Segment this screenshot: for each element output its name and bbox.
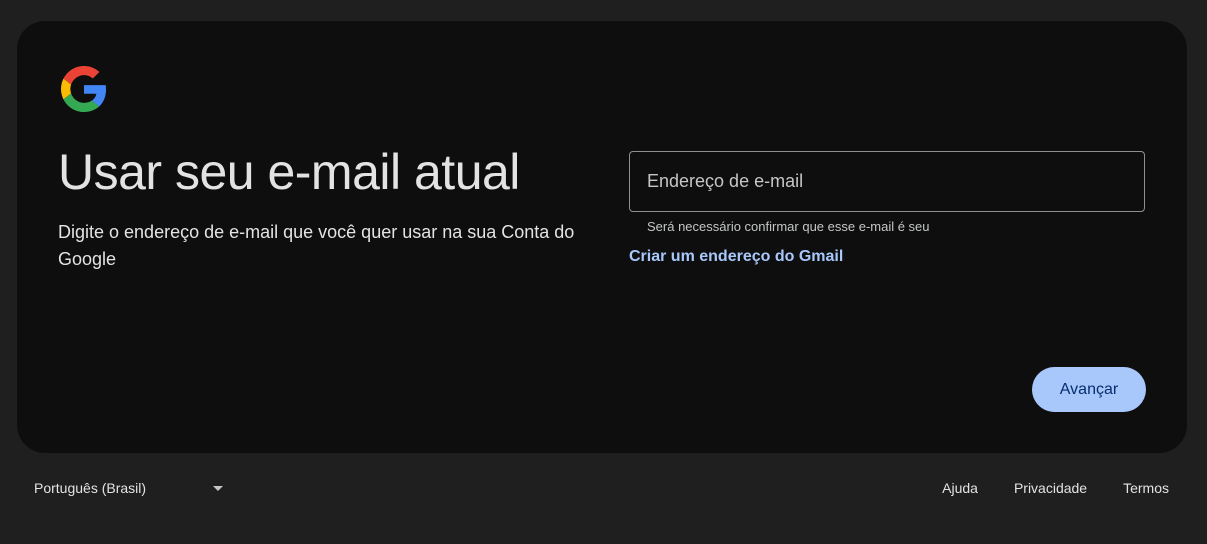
language-label: Português (Brasil) (34, 480, 147, 496)
language-select[interactable]: Português (Brasil) (34, 478, 230, 500)
footer: Português (Brasil) Ajuda Privacidade Ter… (0, 470, 1207, 510)
page-title: Usar seu e-mail atual (58, 144, 520, 200)
terms-link[interactable]: Termos (1123, 480, 1169, 496)
email-input[interactable] (630, 152, 1144, 211)
help-link[interactable]: Ajuda (942, 480, 978, 496)
page-subtitle: Digite o endereço de e-mail que você que… (58, 222, 575, 269)
create-gmail-link[interactable]: Criar um endereço do Gmail (629, 248, 843, 266)
google-g-icon (61, 66, 107, 112)
privacy-link[interactable]: Privacidade (1014, 480, 1087, 496)
signin-card: Usar seu e-mail atual Digite o endereço … (17, 21, 1187, 453)
next-button[interactable]: Avançar (1032, 367, 1146, 412)
email-hint: Será necessário confirmar que esse e-mai… (647, 219, 930, 234)
email-field[interactable] (629, 151, 1145, 212)
footer-links: Ajuda Privacidade Termos (942, 480, 1169, 496)
dropdown-caret-icon (213, 486, 223, 491)
